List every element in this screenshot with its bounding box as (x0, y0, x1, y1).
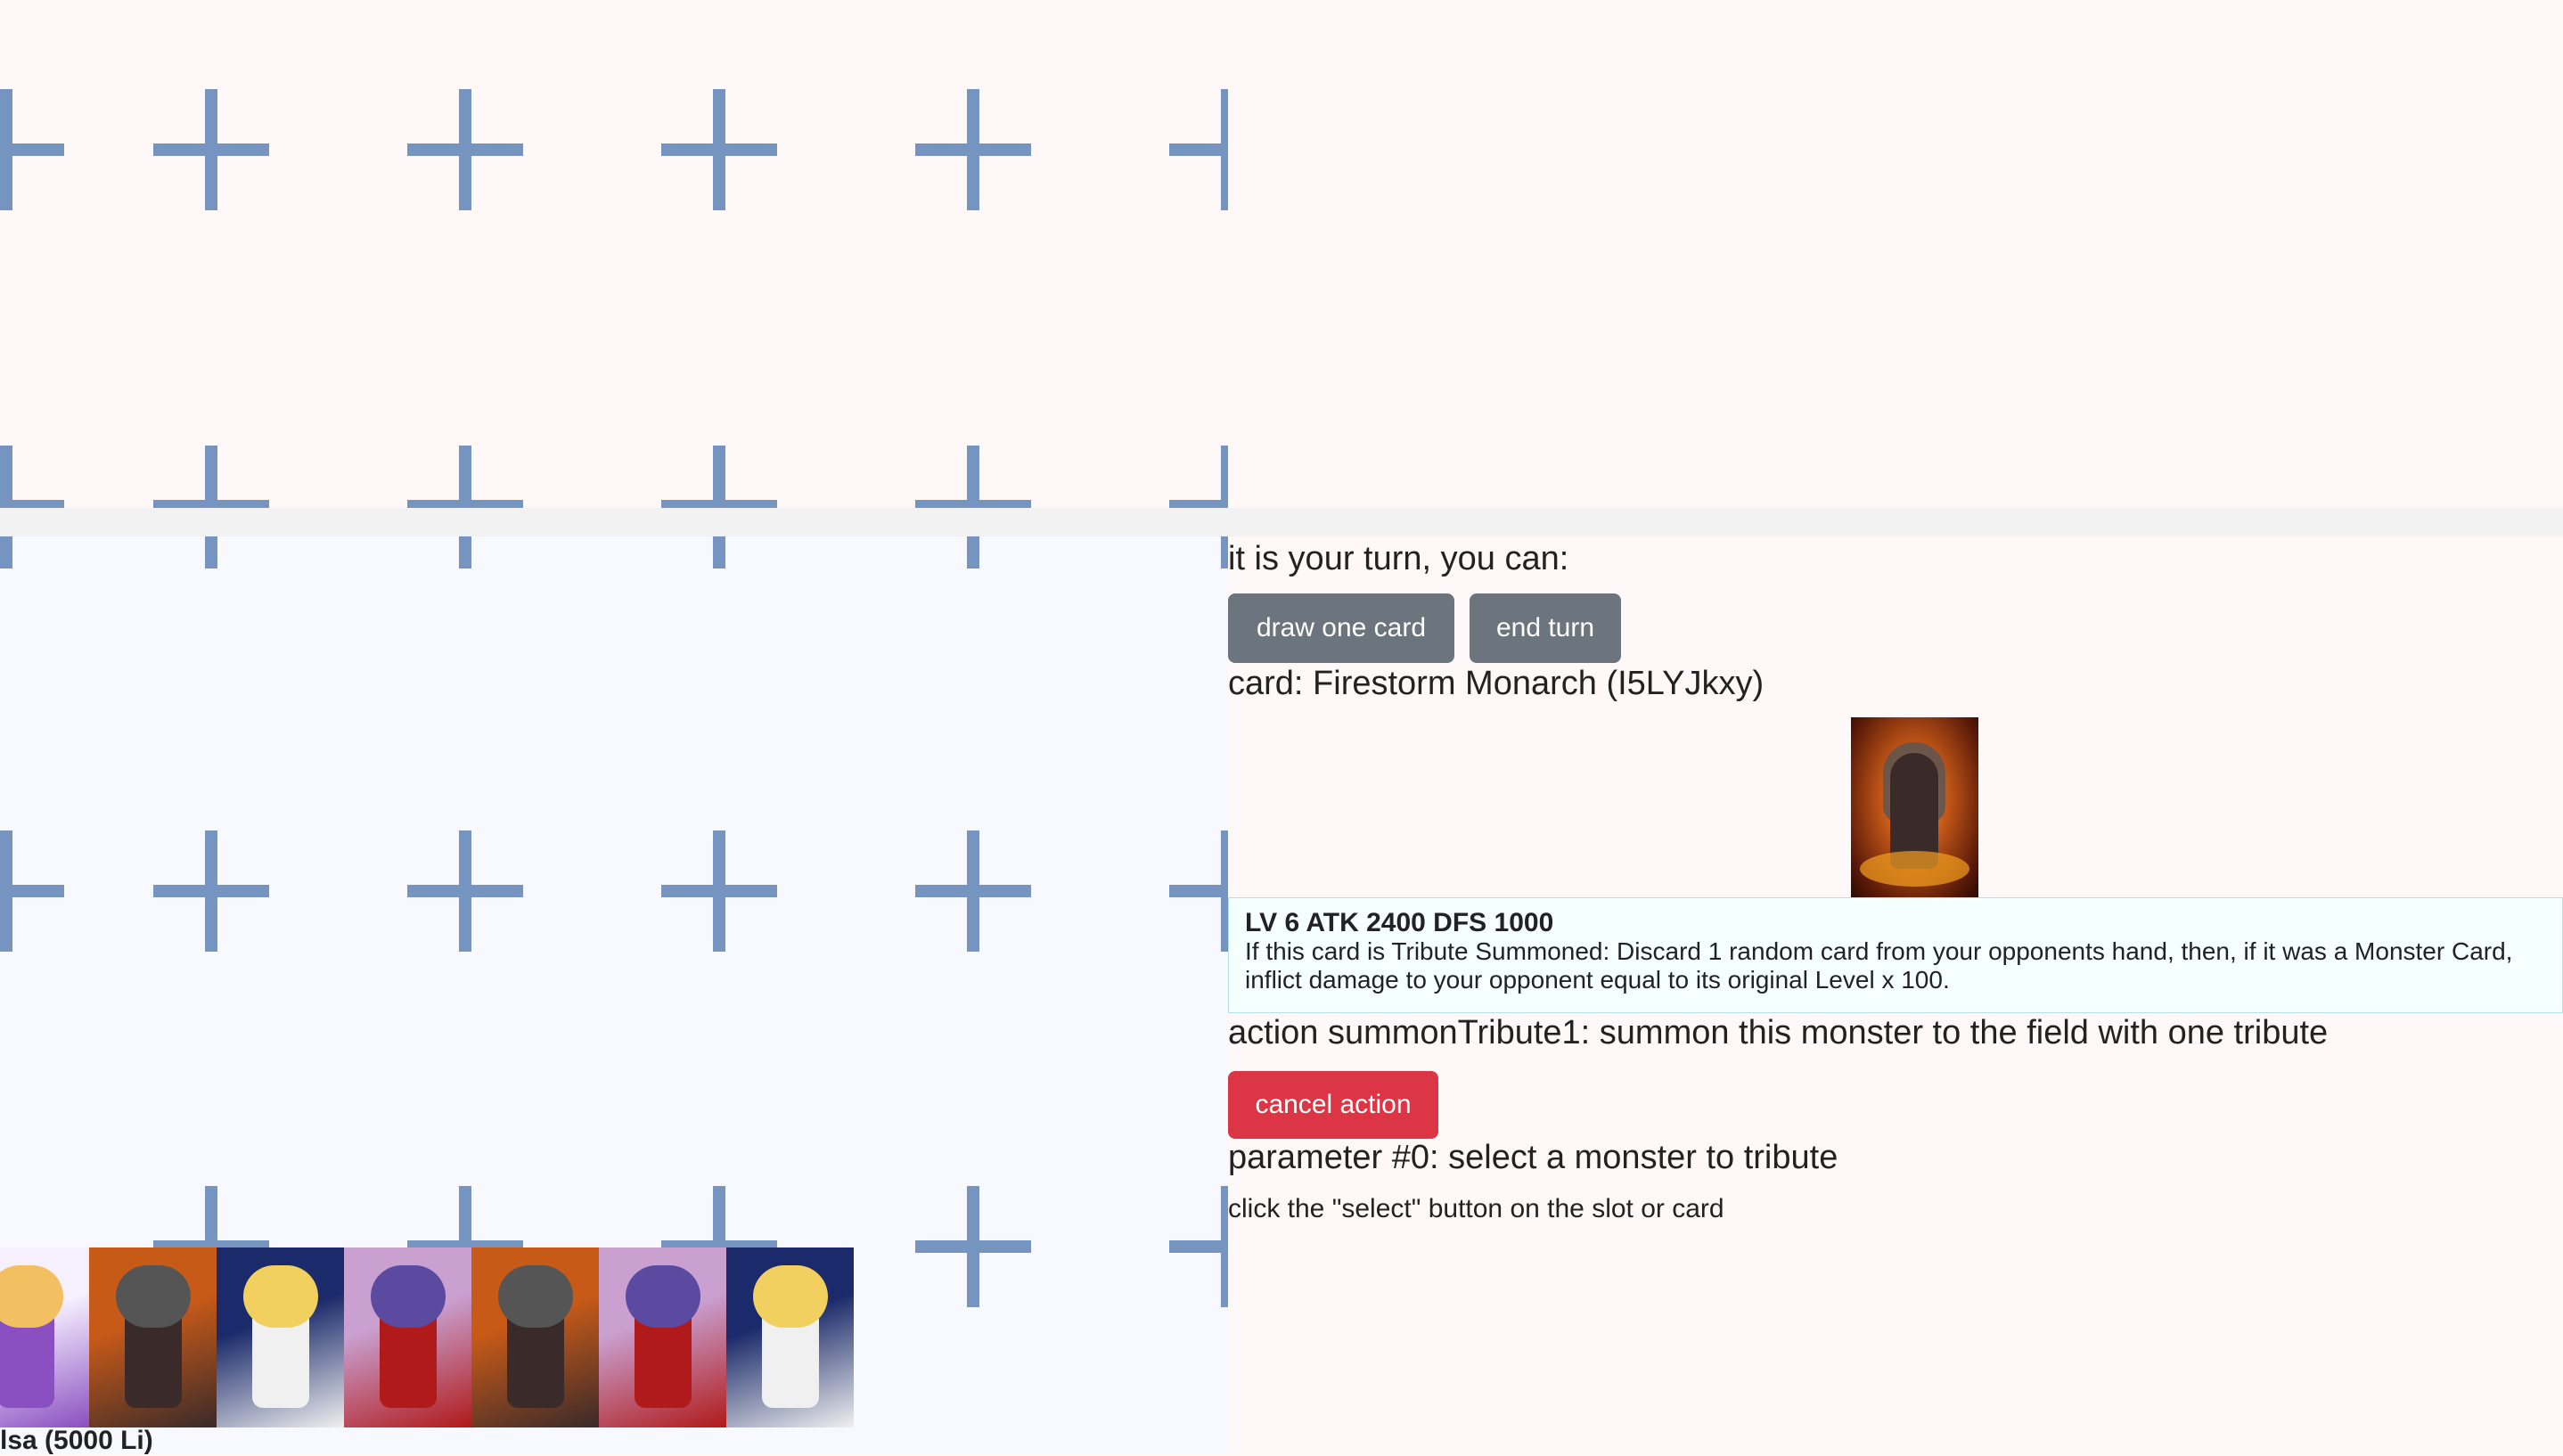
hand-card-red-dress[interactable] (344, 1247, 471, 1427)
parameter-heading: parameter #0: select a monster to tribut… (1228, 1139, 1838, 1176)
field-divider (0, 508, 2563, 536)
player-monster-slot[interactable] (0, 830, 64, 952)
player-spell-slot[interactable] (153, 536, 269, 568)
hand-card-blonde-witch[interactable] (726, 1247, 854, 1427)
card-info-box: LV 6 ATK 2400 DFS 1000 If this card is T… (1228, 897, 2563, 1013)
turn-heading: it is your turn, you can: (1228, 540, 1569, 577)
player-deck-slot[interactable] (915, 1186, 1031, 1307)
opponent-spell-slot[interactable] (661, 446, 777, 508)
action-panel: it is your turn, you can: draw one card … (1228, 536, 2563, 1453)
player-deck-slot[interactable] (1169, 1186, 1228, 1307)
opponent-monster-slot[interactable] (661, 89, 777, 210)
player-name: lsa (5000 Li) (0, 1426, 153, 1455)
hand-card-firestorm[interactable] (89, 1247, 217, 1427)
card-description: If this card is Tribute Summoned: Discar… (1245, 937, 2513, 994)
opponent-spell-slot[interactable] (915, 446, 1031, 508)
player-spell-slot[interactable] (915, 536, 1031, 568)
opponent-field (0, 0, 1228, 508)
opponent-monster-slot[interactable] (915, 89, 1031, 210)
card-image[interactable] (1851, 717, 1978, 897)
hand-card-blonde-witch[interactable] (217, 1247, 344, 1427)
player-monster-slot[interactable] (407, 830, 523, 952)
player-monster-slot[interactable] (915, 830, 1031, 952)
hand-card-red-dress[interactable] (599, 1247, 726, 1427)
opponent-spell-slot[interactable] (407, 446, 523, 508)
opponent-spell-slot[interactable] (153, 446, 269, 508)
player-monster-slot[interactable] (661, 830, 777, 952)
hand-card-purple-witch[interactable] (0, 1247, 89, 1427)
action-heading: action summonTribute1: summon this monst… (1228, 1014, 2329, 1051)
player-spell-slot[interactable] (407, 536, 523, 568)
opponent-monster-slot[interactable] (153, 89, 269, 210)
player-spell-slot[interactable] (661, 536, 777, 568)
parameter-hint: click the "select" button on the slot or… (1228, 1194, 1724, 1223)
player-monster-slot[interactable] (1169, 830, 1228, 952)
card-title: card: Firestorm Monarch (I5LYJkxy) (1228, 665, 1765, 702)
opponent-monster-slot[interactable] (0, 89, 64, 210)
player-spell-slot[interactable] (1169, 536, 1228, 568)
player-spell-slot[interactable] (0, 536, 64, 568)
opponent-monster-slot[interactable] (407, 89, 523, 210)
player-monster-slot[interactable] (153, 830, 269, 952)
opponent-monster-slot[interactable] (1169, 89, 1228, 210)
opponent-spell-slot[interactable] (0, 446, 64, 508)
hand-card-firestorm[interactable] (471, 1247, 599, 1427)
end-turn-button[interactable]: end turn (1470, 593, 1621, 663)
card-stats: LV 6 ATK 2400 DFS 1000 (1245, 908, 1554, 937)
opponent-spell-slot[interactable] (1169, 446, 1228, 508)
draw-card-button[interactable]: draw one card (1228, 593, 1454, 663)
cancel-action-button[interactable]: cancel action (1228, 1071, 1438, 1139)
player-hand (0, 1247, 856, 1427)
